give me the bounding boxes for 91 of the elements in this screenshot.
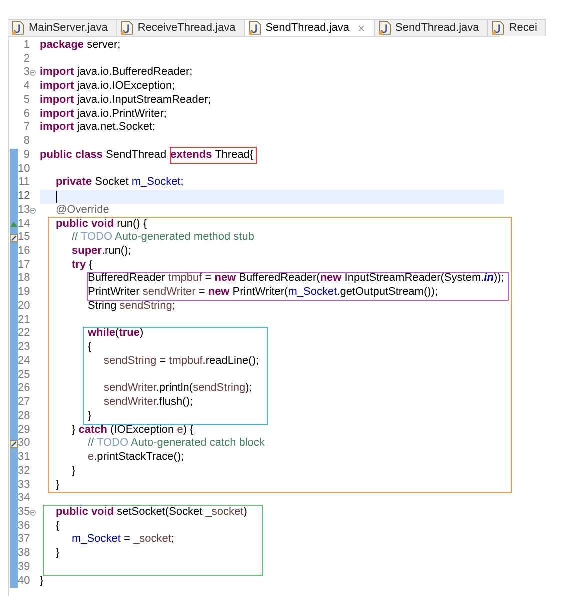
collapse-icon[interactable] [30,510,36,516]
line-number: 26 [18,382,30,396]
line-number: 15 [18,231,30,246]
line-number: 35 [18,506,30,520]
code-line: sendWriter.flush(); [103,396,194,408]
code-line: } catch (IOException e) { [71,424,194,436]
line-number: 30 [18,437,30,452]
code-line: import java.io.PrintWriter; [40,108,167,120]
collapse-icon[interactable] [30,208,36,214]
line-number: 36 [18,520,30,534]
clipboard-icon [10,233,18,244]
line-number: 23 [18,341,30,355]
code-line: sendString = tmpbuf.readLine(); [103,354,260,367]
code-line: } [55,478,60,490]
line-number: 27 [18,396,30,410]
line-number: 2 [22,52,30,66]
line-number: 20 [18,300,30,314]
clipboard-icon [10,439,18,450]
line-number: 17 [18,258,30,272]
file-icon [12,21,24,35]
line-number: 28 [18,410,30,424]
line-number: 1 [22,39,30,53]
line-number: 3 [22,66,30,80]
code-line: } [55,547,60,560]
code-line: { [87,341,92,354]
line-number: 19 [18,286,30,300]
file-icon [492,21,504,35]
line-number: 31 [18,451,30,465]
code-line: { [55,520,60,532]
collapse-icon[interactable] [30,70,36,76]
line-number: 11 [18,176,30,190]
line-number: 4 [22,80,30,94]
code-line: BufferedReader tmpbuf = new BufferedReader(new InputStreamReader(System.in)); [87,272,504,284]
editor-tab[interactable]: ReceiveThread.java [116,19,245,36]
code-line: import java.net.Socket; [40,121,156,134]
line-number: 25 [18,368,30,382]
line-number: 16 [18,245,30,259]
line-number: 22 [18,327,30,342]
file-icon [378,21,390,35]
code-line: } [87,410,92,422]
line-number: 18 [18,272,30,286]
editor-tab[interactable]: SendThread.java [244,19,374,36]
line-number: 21 [18,314,30,328]
code-line: } [40,574,44,587]
file-icon [120,21,133,35]
line-number: 24 [18,354,30,369]
line-number: 33 [18,478,30,492]
code-line: import java.io.IOException; [40,80,176,92]
code-line: sendWriter.println(sendString); [103,382,252,394]
code-line: import java.io.BufferedReader; [40,66,193,78]
line-number: 40 [18,574,30,588]
line-number: 10 [18,162,30,176]
code-line: super.run(); [71,245,132,258]
line-number: 7 [22,121,30,136]
editor-tab[interactable]: SendThread.java [374,19,488,36]
line-number: 5 [22,94,30,108]
code-line: while(true) [87,327,144,340]
line-number: 32 [18,464,30,478]
line-number: 29 [18,424,30,438]
editor-tab[interactable]: Recei [488,19,546,36]
line-number: 39 [18,560,30,575]
code-line: package server; [40,39,121,51]
line-number: 34 [18,492,30,506]
editor-tab[interactable]: MainServer.java [8,19,117,36]
line-number: 8 [22,135,30,149]
line-number: 38 [18,547,30,561]
triangle-icon [10,220,18,228]
code-line: e.printStackTrace(); [87,451,184,464]
code-line: // TODO Auto-generated method stub [71,231,254,244]
code-line: // TODO Auto-generated catch block [87,437,265,450]
code-line: PrintWriter sendWriter = new PrintWriter(m_Socket.getOutputStream()); [87,286,438,298]
text-cursor [56,190,57,203]
code-line: public void setSocket(Socket _socket) [55,506,248,518]
code-line: public void run() { [55,218,148,230]
code-text: public class SendThread [40,148,168,161]
line-number: 37 [18,533,30,548]
code-line: } [71,464,76,477]
code-line: private Socket m_Socket; [55,176,184,188]
line-number: 13 [18,204,30,218]
code-line: try { [71,258,93,271]
line-number: 6 [22,108,30,122]
code-line: String sendString; [87,300,176,312]
line-number: 9 [22,148,30,163]
code-line: import java.io.InputStreamReader; [40,94,212,106]
code-line: @Override [55,204,110,216]
line-number: 12 [18,190,30,204]
line-number: 14 [18,218,30,232]
code-line: m_Socket = _socket; [71,533,174,546]
highlight-box: extends Thread{ [170,146,257,164]
close-icon[interactable] [356,24,366,32]
file-icon [248,21,261,35]
